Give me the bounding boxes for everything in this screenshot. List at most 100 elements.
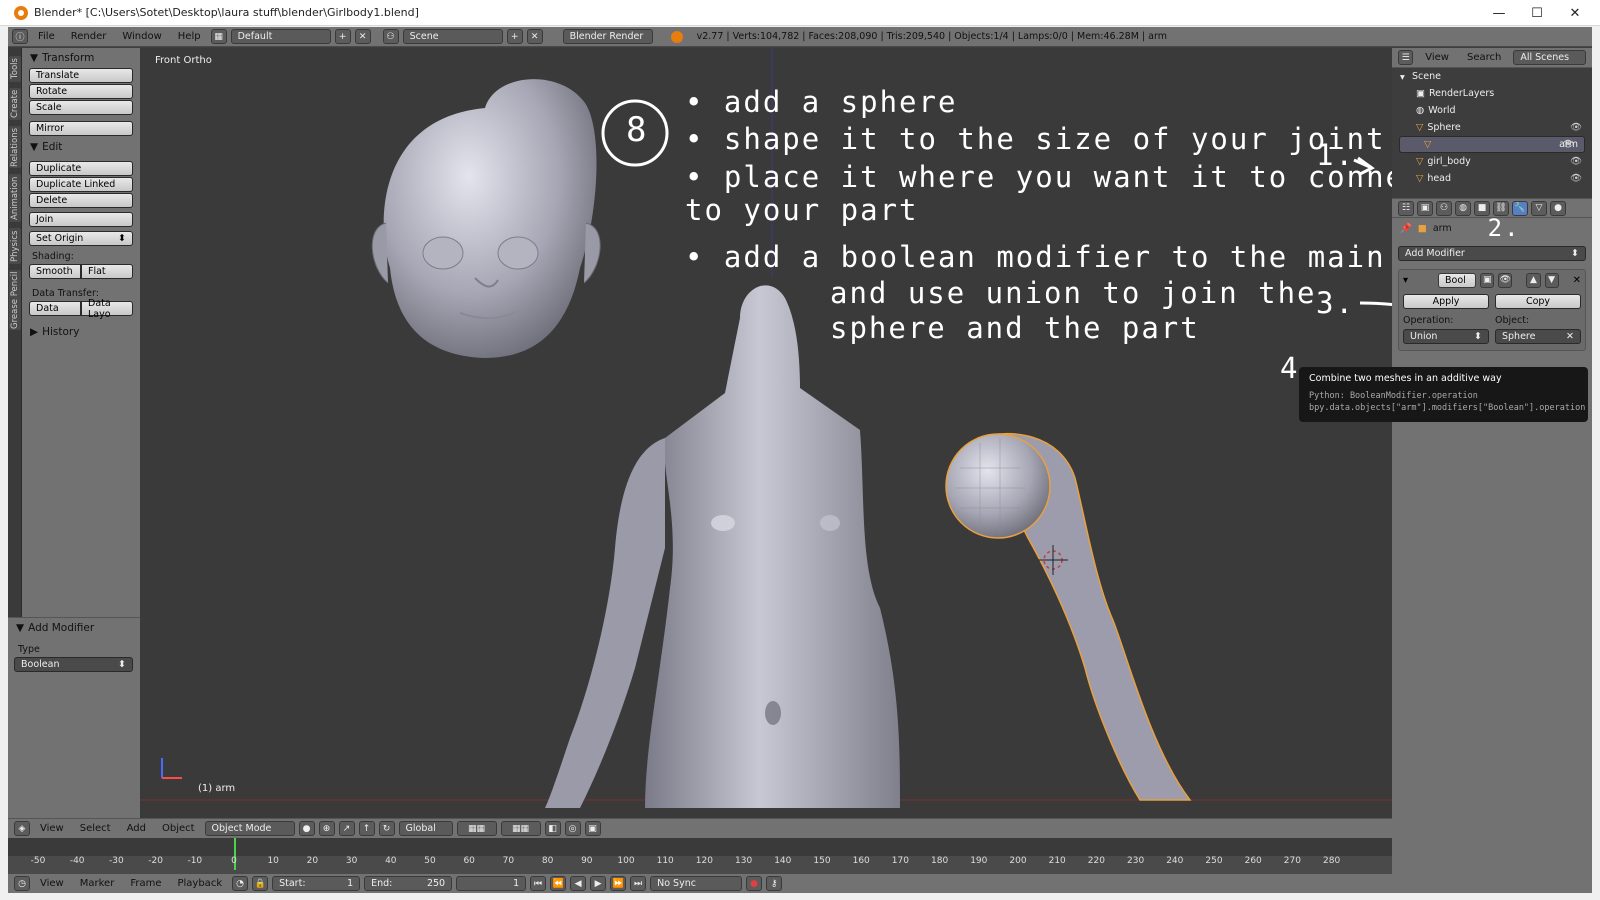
tab-create[interactable]: Create bbox=[9, 88, 21, 120]
join-button[interactable]: Join bbox=[29, 212, 133, 227]
play-icon[interactable]: ▶ bbox=[590, 876, 607, 891]
tab-animation[interactable]: Animation bbox=[9, 174, 21, 222]
properties-editor-icon[interactable]: ☷ bbox=[1398, 200, 1414, 216]
record-icon[interactable]: ● bbox=[746, 876, 763, 891]
menu-help[interactable]: Help bbox=[172, 31, 207, 42]
menu-select[interactable]: Select bbox=[74, 823, 117, 834]
move-up-icon[interactable]: ▲ bbox=[1526, 272, 1541, 288]
smooth-button[interactable]: Smooth bbox=[29, 264, 81, 279]
mode-select[interactable]: Object Mode bbox=[204, 821, 295, 836]
render-engine-select[interactable]: Blender Render bbox=[562, 29, 653, 44]
menu-playback[interactable]: Playback bbox=[171, 878, 228, 889]
outliner-row-scene[interactable]: ▾ Scene bbox=[1392, 68, 1592, 85]
jump-start-icon[interactable]: ⏮ bbox=[530, 876, 547, 891]
play-reverse-icon[interactable]: ◀ bbox=[570, 876, 587, 891]
layers-2-icon[interactable]: ▦▦ bbox=[500, 821, 541, 836]
duplicate-linked-button[interactable]: Duplicate Linked bbox=[29, 177, 133, 192]
scene-field[interactable]: Scene bbox=[402, 29, 503, 44]
remove-layout-icon[interactable]: ✕ bbox=[354, 29, 371, 44]
render-preview-icon[interactable]: ▣ bbox=[584, 821, 601, 836]
apply-button[interactable]: Apply bbox=[1403, 294, 1489, 309]
translate-manip-icon[interactable]: ↑ bbox=[358, 821, 375, 836]
rotate-button[interactable]: Rotate bbox=[29, 84, 133, 99]
menu-render[interactable]: Render bbox=[65, 31, 113, 42]
copy-button[interactable]: Copy bbox=[1495, 294, 1581, 309]
outliner-editor-icon[interactable]: ☰ bbox=[1398, 50, 1414, 65]
translate-button[interactable]: Translate bbox=[29, 68, 133, 83]
delete-button[interactable]: Delete bbox=[29, 193, 133, 208]
manipulator-icon[interactable]: ↗ bbox=[338, 821, 355, 836]
outliner-row-head[interactable]: ▽ head 👁 bbox=[1392, 170, 1592, 187]
head-mesh[interactable] bbox=[371, 79, 601, 359]
world-tab-icon[interactable]: ◍ bbox=[1455, 200, 1471, 216]
pivot-icon[interactable]: ⊕ bbox=[318, 821, 335, 836]
screen-layout-icon[interactable]: ▦ bbox=[210, 29, 227, 44]
outliner-menu-search[interactable]: Search bbox=[1461, 52, 1507, 63]
keyframe-icon[interactable]: ⚷ bbox=[766, 876, 783, 891]
visibility-icon[interactable]: 👁 bbox=[1562, 139, 1574, 150]
menu-add[interactable]: Add bbox=[121, 823, 152, 834]
visibility-icon[interactable]: 👁 bbox=[1570, 122, 1582, 133]
add-modifier-select[interactable]: Add Modifier ⬍ bbox=[1398, 246, 1586, 261]
timeline[interactable]: -50 -40 -30 -20 -10 0 10 20 30 40 50 60 70 80 90 100 110… bbox=[8, 838, 1392, 874]
render-tab-icon[interactable]: ▣ bbox=[1417, 200, 1433, 216]
current-frame-field[interactable]: 1 bbox=[456, 876, 527, 891]
viewport-toggle-icon[interactable]: 👁 bbox=[1498, 272, 1513, 288]
data-button[interactable]: Data bbox=[29, 301, 81, 316]
outliner-row-renderlayers[interactable]: ▣ RenderLayers bbox=[1392, 85, 1592, 102]
scene-tab-icon[interactable]: ⚇ bbox=[1436, 200, 1452, 216]
operation-select[interactable]: Union ⬍ bbox=[1403, 329, 1489, 344]
remove-modifier-icon[interactable]: ✕ bbox=[1573, 275, 1581, 286]
add-modifier-panel-header[interactable]: ▼ Add Modifier bbox=[8, 618, 140, 638]
sync-select[interactable]: No Sync bbox=[650, 876, 743, 891]
prev-key-icon[interactable]: ⏪ bbox=[550, 876, 567, 891]
visibility-icon[interactable]: 👁 bbox=[1570, 173, 1582, 184]
menu-file[interactable]: File bbox=[32, 31, 61, 42]
next-key-icon[interactable]: ⏩ bbox=[610, 876, 627, 891]
menu-window[interactable]: Window bbox=[116, 31, 167, 42]
info-editor-icon[interactable]: ⓘ bbox=[12, 29, 28, 44]
history-panel-header[interactable]: ▶ History bbox=[22, 322, 140, 342]
visibility-icon[interactable]: 👁 bbox=[1570, 156, 1582, 167]
menu-view[interactable]: View bbox=[34, 823, 70, 834]
girl-body-mesh[interactable] bbox=[545, 285, 900, 808]
start-frame-field[interactable]: Start: 1 bbox=[272, 876, 361, 891]
outliner-row-girl-body[interactable]: ▽ girl_body 👁 bbox=[1392, 153, 1592, 170]
outliner-filter-select[interactable]: All Scenes bbox=[1513, 50, 1586, 65]
menu-object[interactable]: Object bbox=[156, 823, 201, 834]
outliner-menu-view[interactable]: View bbox=[1419, 52, 1455, 63]
menu-marker[interactable]: Marker bbox=[74, 878, 121, 889]
tab-tools[interactable]: Tools bbox=[9, 56, 21, 82]
set-origin-select[interactable]: Set Origin ⬍ bbox=[29, 231, 133, 246]
close-button[interactable]: ✕ bbox=[1556, 0, 1594, 26]
keying-icon[interactable]: ◔ bbox=[232, 876, 249, 891]
collapse-arrow-icon[interactable]: ▾ bbox=[1403, 275, 1408, 286]
editor-type-icon[interactable]: ◈ bbox=[14, 821, 30, 836]
snap-icon[interactable]: ◧ bbox=[544, 821, 561, 836]
mirror-button[interactable]: Mirror bbox=[29, 121, 133, 136]
pin-icon[interactable]: 📌 bbox=[1400, 223, 1412, 234]
outliner-row-arm[interactable]: ▽ arm 👁 bbox=[1399, 136, 1585, 153]
editor-type-icon[interactable]: ◷ bbox=[14, 876, 30, 891]
menu-view[interactable]: View bbox=[34, 878, 70, 889]
move-down-icon[interactable]: ▼ bbox=[1544, 272, 1559, 288]
maximize-button[interactable]: ☐ bbox=[1518, 0, 1556, 26]
outliner-row-sphere[interactable]: ▽ Sphere 👁 bbox=[1392, 119, 1592, 136]
data-tab-icon[interactable]: ▽ bbox=[1531, 200, 1547, 216]
end-frame-field[interactable]: End: 250 bbox=[364, 876, 453, 891]
material-tab-icon[interactable]: ● bbox=[1550, 200, 1566, 216]
lock-icon[interactable]: 🔒 bbox=[252, 876, 269, 891]
layers-icon[interactable]: ▦▦ bbox=[456, 821, 497, 836]
tab-grease-pencil[interactable]: Grease Pencil bbox=[9, 270, 21, 330]
modifier-name-field[interactable]: Bool bbox=[1438, 272, 1477, 288]
arm-mesh-selected[interactable] bbox=[945, 432, 1192, 801]
duplicate-button[interactable]: Duplicate bbox=[29, 161, 133, 176]
add-layout-icon[interactable]: + bbox=[334, 29, 351, 44]
tab-relations[interactable]: Relations bbox=[9, 126, 21, 168]
minimize-button[interactable]: — bbox=[1480, 0, 1518, 26]
proportional-icon[interactable]: ◎ bbox=[564, 821, 581, 836]
scene-icon[interactable]: ⚇ bbox=[382, 29, 399, 44]
object-select[interactable]: Sphere ✕ bbox=[1495, 329, 1581, 344]
screen-layout-field[interactable]: Default bbox=[230, 29, 331, 44]
flat-button[interactable]: Flat bbox=[81, 264, 133, 279]
